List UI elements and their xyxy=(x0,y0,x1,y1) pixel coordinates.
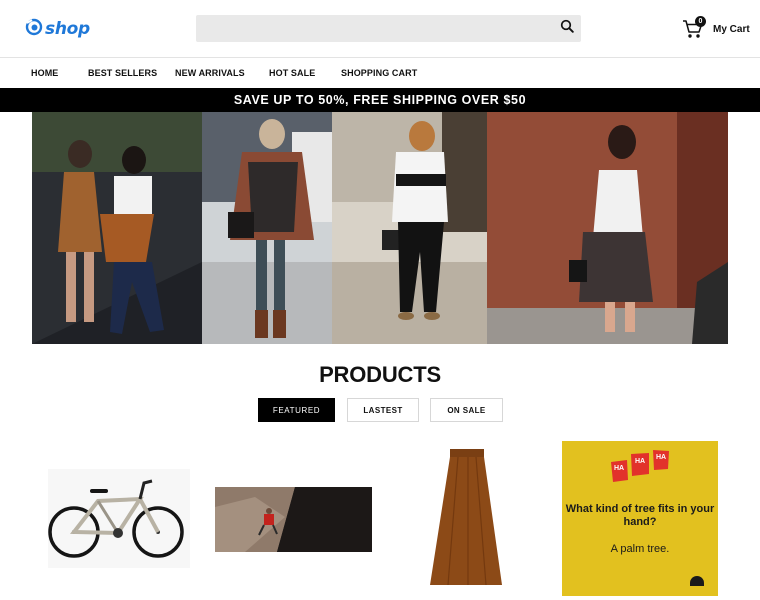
main-nav: HOME BEST SELLERS NEW ARRIVALS HOT SALE … xyxy=(0,58,760,88)
hero-photo-brick-wall xyxy=(487,112,728,344)
laugh-badge-text: HA xyxy=(656,454,667,461)
product-image-bicycle[interactable] xyxy=(48,469,190,568)
cart-button[interactable]: 0 My Cart xyxy=(682,16,750,41)
joke-question: What kind of tree fits in your hand? xyxy=(565,503,715,528)
logo-swirl-icon xyxy=(25,18,43,41)
brand-badge-icon xyxy=(689,571,705,592)
tab-lastest[interactable]: LASTEST xyxy=(347,398,419,422)
laugh-bubbles-graphic: HA HA HA xyxy=(609,448,671,488)
site-header: shop 0 My Cart xyxy=(0,0,760,58)
product-image-joke-card[interactable]: HA HA HA What kind of tree fits in your … xyxy=(562,441,718,596)
search-button[interactable] xyxy=(553,15,581,42)
search-icon xyxy=(560,19,574,38)
nav-item-best-sellers[interactable]: BEST SELLERS xyxy=(88,58,157,88)
tab-featured[interactable]: FEATURED xyxy=(258,398,335,422)
cart-icon: 0 xyxy=(682,16,706,40)
nav-item-hot-sale[interactable]: HOT SALE xyxy=(269,58,315,88)
product-image-rock-climber[interactable] xyxy=(215,487,372,552)
nav-item-new-arrivals[interactable]: NEW ARRIVALS xyxy=(175,58,245,88)
promo-banner[interactable]: SAVE UP TO 50%, FREE SHIPPING OVER $50 xyxy=(0,88,760,112)
search-input[interactable] xyxy=(196,15,581,42)
products-title: PRODUCTS xyxy=(319,362,441,387)
laugh-badge-text: HA xyxy=(635,458,646,465)
hero-photo-street-couple xyxy=(32,112,202,344)
laugh-badge-text: HA xyxy=(614,465,625,472)
logo-text: shop xyxy=(45,19,90,39)
cart-label: My Cart xyxy=(713,23,750,35)
cart-count-badge: 0 xyxy=(695,16,706,27)
hero-photo-striped-tee xyxy=(332,112,487,344)
hero-photo-plaid-wrap xyxy=(202,112,332,344)
site-logo[interactable]: shop xyxy=(25,16,90,42)
product-image-brown-skirt[interactable] xyxy=(428,447,504,589)
nav-item-shopping-cart[interactable]: SHOPPING CART xyxy=(341,58,417,88)
joke-answer: A palm tree. xyxy=(610,543,670,555)
hero-banner[interactable] xyxy=(32,112,728,344)
tab-on-sale[interactable]: ON SALE xyxy=(430,398,503,422)
nav-item-home[interactable]: HOME xyxy=(31,58,58,88)
